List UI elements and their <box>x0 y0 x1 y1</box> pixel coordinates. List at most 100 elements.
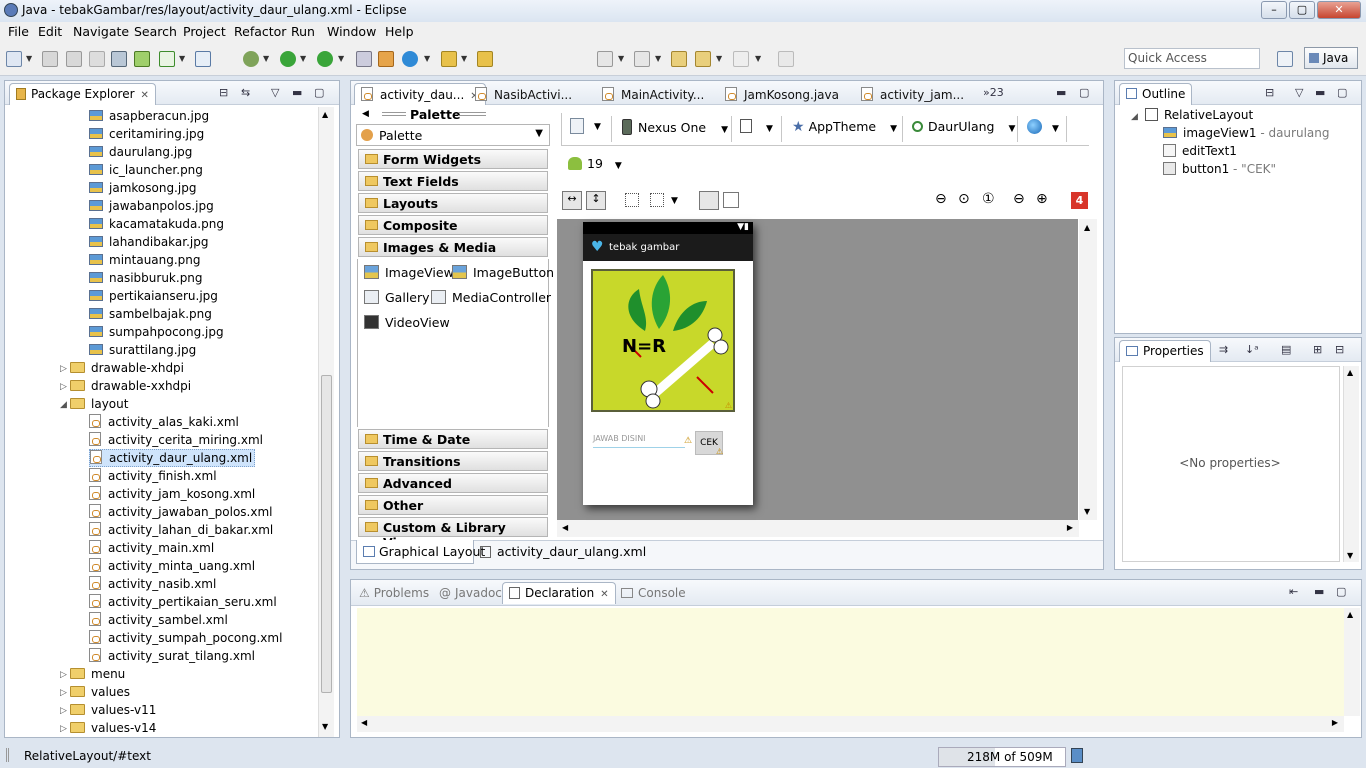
orientation-selector[interactable]: ▼ <box>740 115 773 139</box>
expand-all-icon[interactable]: ⊞ <box>1313 343 1322 356</box>
scroll-right-icon[interactable]: ▶ <box>1067 523 1073 532</box>
tree-file[interactable]: activity_jam_kosong.xml <box>89 485 255 503</box>
back-dropdown-icon[interactable]: ▼ <box>716 54 722 63</box>
palette-category-text-fields[interactable]: Text Fields <box>358 171 548 191</box>
error-count-badge[interactable]: 4 <box>1071 192 1088 209</box>
skip-breakpoints-icon[interactable] <box>356 51 372 67</box>
prev-annotation-icon[interactable] <box>634 51 650 67</box>
minimize-button[interactable]: – <box>1261 1 1287 19</box>
minimize-editor-icon[interactable]: ▬ <box>1056 86 1066 99</box>
declaration-hscrollbar[interactable]: ◀ ▶ <box>357 716 1344 732</box>
maximize-editor-icon[interactable]: ▢ <box>1079 86 1089 99</box>
scroll-thumb[interactable] <box>321 375 332 693</box>
palette-category-images-media[interactable]: Images & Media <box>358 237 548 257</box>
tab-properties[interactable]: Properties <box>1119 340 1211 362</box>
pin-editor-icon[interactable] <box>778 51 794 67</box>
quick-access-input[interactable]: Quick Access <box>1124 48 1260 69</box>
tree-file[interactable]: nasibburuk.png <box>89 269 203 287</box>
palette-category-time-date[interactable]: Time & Date <box>358 429 548 449</box>
expand-toggle-icon[interactable]: ▷ <box>60 670 67 680</box>
open-input-icon[interactable]: ⇤ <box>1289 585 1298 598</box>
outline-item-edittext1[interactable]: editText1 <box>1163 142 1237 160</box>
scroll-down-icon[interactable]: ▼ <box>322 722 328 731</box>
fit-width-icon[interactable]: ↔ <box>562 191 582 210</box>
widget-imagebutton[interactable]: ImageButton <box>452 265 554 280</box>
toggle-grid-icon[interactable] <box>723 192 739 208</box>
menu-project[interactable]: Project <box>183 24 226 39</box>
open-perspective-icon[interactable] <box>1277 51 1293 67</box>
canvas-vscrollbar[interactable]: ▲ ▼ <box>1079 219 1097 520</box>
tab-nasib-activity[interactable]: NasibActivi... <box>469 85 578 105</box>
tree-file[interactable]: ceritamiring.jpg <box>89 125 204 143</box>
fit-height-icon[interactable]: ↕ <box>586 191 606 210</box>
zoom-real-size-icon[interactable]: ⊖ <box>935 191 947 207</box>
tab-console[interactable]: Console <box>615 584 692 604</box>
debug-icon[interactable] <box>243 51 259 67</box>
scroll-up-icon[interactable]: ▲ <box>1084 223 1090 232</box>
expand-toggle-icon[interactable]: ▷ <box>60 382 67 392</box>
collapse-all-icon[interactable]: ⊟ <box>1335 343 1344 356</box>
scroll-right-icon[interactable]: ▶ <box>1332 718 1338 727</box>
external-dropdown-icon[interactable]: ▼ <box>338 54 344 63</box>
close-window-button[interactable]: ✕ <box>1317 1 1361 19</box>
tree-folder[interactable]: values-v14 <box>70 719 156 737</box>
new-class-dropdown-icon[interactable]: ▼ <box>424 54 430 63</box>
filter-icon[interactable]: ⇉ <box>1219 343 1228 356</box>
palette-category-composite[interactable]: Composite <box>358 215 548 235</box>
widget-mediacontroller[interactable]: MediaController <box>431 290 551 305</box>
tree-file[interactable]: jamkosong.jpg <box>89 179 196 197</box>
open-type-dropdown-icon[interactable]: ▼ <box>461 54 467 63</box>
save-all-icon[interactable] <box>66 51 82 67</box>
close-icon[interactable]: ✕ <box>141 90 149 101</box>
tree-file[interactable]: sumpahpocong.jpg <box>89 323 224 341</box>
tab-problems[interactable]: ⚠ Problems <box>353 584 435 604</box>
tree-file[interactable]: surattilang.jpg <box>89 341 196 359</box>
collapse-all-icon[interactable]: ⊟ <box>1265 86 1274 99</box>
next-annotation-dropdown-icon[interactable]: ▼ <box>618 54 624 63</box>
lint-icon[interactable] <box>159 51 175 67</box>
widget-gallery[interactable]: Gallery <box>364 290 430 305</box>
tree-file[interactable]: lahandibakar.jpg <box>89 233 208 251</box>
maximize-button[interactable]: ▢ <box>1289 1 1315 19</box>
scroll-down-icon[interactable]: ▼ <box>1084 507 1090 516</box>
trash-icon[interactable] <box>1071 748 1083 763</box>
layout-actions-icon[interactable] <box>650 193 664 207</box>
avd-manager-icon[interactable] <box>134 51 150 67</box>
minimize-view-icon[interactable]: ▬ <box>1315 86 1325 99</box>
new-icon[interactable] <box>6 51 22 67</box>
toggle-structure-icon[interactable] <box>699 191 719 210</box>
debug-dropdown-icon[interactable]: ▼ <box>263 54 269 63</box>
outline-item-button1[interactable]: button1 - "CEK" <box>1163 160 1276 178</box>
maximize-view-icon[interactable]: ▢ <box>314 86 324 99</box>
tree-file[interactable]: activity_main.xml <box>89 539 214 557</box>
tab-outline[interactable]: Outline <box>1119 83 1193 105</box>
maximize-view-icon[interactable]: ▢ <box>1337 86 1347 99</box>
expand-toggle-icon[interactable]: ▷ <box>60 688 67 698</box>
tree-file[interactable]: kacamatakuda.png <box>89 215 224 233</box>
forward-icon[interactable] <box>733 51 749 67</box>
next-annotation-icon[interactable] <box>597 51 613 67</box>
tab-package-explorer[interactable]: Package Explorer ✕ <box>9 83 156 105</box>
zoom-100-icon[interactable]: ① <box>982 191 995 207</box>
tree-file[interactable]: mintauang.png <box>89 251 201 269</box>
prev-annotation-dropdown-icon[interactable]: ▼ <box>655 54 661 63</box>
close-icon[interactable]: ✕ <box>600 589 608 600</box>
sort-icon[interactable]: ↓ᵃ <box>1245 343 1259 356</box>
zoom-fit-icon[interactable]: ⊙ <box>958 191 970 207</box>
locale-selector[interactable]: ▼ <box>1027 115 1059 139</box>
outline-item-imageview1[interactable]: imageView1 - daurulang <box>1163 124 1329 142</box>
tab-xml-source[interactable]: activity_daur_ulang.xml <box>480 544 646 559</box>
palette-collapse-icon[interactable]: ◀ <box>362 109 369 119</box>
menu-run[interactable]: Run <box>291 24 315 39</box>
widget-videoview[interactable]: VideoView <box>364 315 450 330</box>
scroll-left-icon[interactable]: ◀ <box>361 718 367 727</box>
tree-file[interactable]: activity_surat_tilang.xml <box>89 647 255 665</box>
tab-graphical-layout[interactable]: Graphical Layout <box>356 540 485 564</box>
chevron-down-icon[interactable]: ▼ <box>671 196 678 206</box>
api-level-selector[interactable]: 19 ▼ <box>568 152 622 176</box>
new-class-icon[interactable] <box>402 51 418 67</box>
maximize-view-icon[interactable]: ▢ <box>1336 585 1346 598</box>
tab-activity-jam[interactable]: activity_jam... <box>855 85 970 105</box>
collapse-toggle-icon[interactable]: ◢ <box>60 400 67 410</box>
palette-category-advanced[interactable]: Advanced <box>358 473 548 493</box>
